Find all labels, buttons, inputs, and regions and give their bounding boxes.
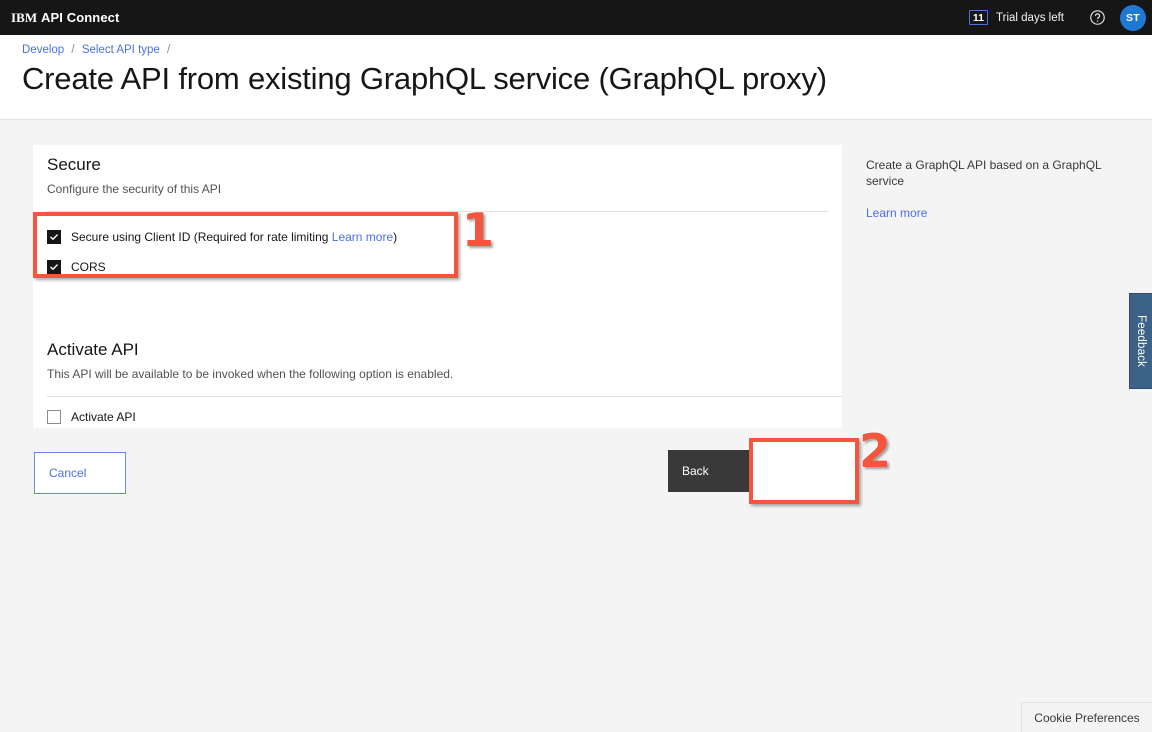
secure-section: Secure Configure the security of this AP… xyxy=(33,145,842,212)
breadcrumb: Develop / Select API type / xyxy=(22,44,174,56)
cancel-button[interactable]: Cancel xyxy=(34,452,126,494)
page-title: Create API from existing GraphQL service… xyxy=(22,61,827,97)
activate-section-divider xyxy=(47,396,842,397)
trial-days-badge: 11 xyxy=(969,10,988,25)
activate-api-section: Activate API This API will be available … xyxy=(47,330,842,427)
next-button[interactable]: Next xyxy=(762,450,843,492)
breadcrumb-item-develop[interactable]: Develop xyxy=(22,44,64,56)
app-brand[interactable]: IBM API Connect xyxy=(11,10,119,26)
checkbox-row-cors[interactable]: CORS xyxy=(47,257,842,277)
cookie-preferences-button[interactable]: Cookie Preferences xyxy=(1021,702,1152,732)
secure-section-subtitle: Configure the security of this API xyxy=(47,182,828,196)
checkbox-row-secure-using-client-id[interactable]: Secure using Client ID (Required for rat… xyxy=(47,227,842,247)
checkbox-row-activate-api[interactable]: Activate API xyxy=(47,407,842,427)
help-circle-icon[interactable] xyxy=(1080,0,1114,35)
secure-client-id-text: Secure using Client ID xyxy=(71,230,190,244)
feedback-tab[interactable]: Feedback xyxy=(1129,293,1152,389)
secure-options-group: Secure using Client ID (Required for rat… xyxy=(47,217,842,277)
user-menu[interactable]: ST xyxy=(1114,0,1152,35)
activate-section-title: Activate API xyxy=(47,330,842,360)
side-info-learn-more-link[interactable]: Learn more xyxy=(866,206,927,220)
activate-section-subtitle: This API will be available to be invoked… xyxy=(47,367,842,381)
side-info-description: Create a GraphQL API based on a GraphQL … xyxy=(866,157,1131,189)
annotation-marker-2: 2 xyxy=(859,424,891,478)
product-name: API Connect xyxy=(41,10,119,25)
secure-client-id-hint-suffix: ) xyxy=(393,230,397,244)
ibm-logo-text: IBM xyxy=(11,10,37,25)
trial-days-label: Trial days left xyxy=(996,12,1064,24)
feedback-tab-label: Feedback xyxy=(1135,315,1147,367)
side-info-panel: Create a GraphQL API based on a GraphQL … xyxy=(866,157,1131,222)
global-header: IBM API Connect 11 Trial days left ST xyxy=(0,0,1152,35)
secure-section-title: Secure xyxy=(47,145,828,175)
back-button[interactable]: Back xyxy=(668,450,762,492)
checkbox-label-activate-api: Activate API xyxy=(71,410,136,424)
learn-more-link-client-id[interactable]: Learn more xyxy=(332,230,393,244)
checkbox-secure-using-client-id[interactable] xyxy=(47,230,61,244)
checkbox-label-secure-using-client-id: Secure using Client ID (Required for rat… xyxy=(71,230,397,244)
checkbox-label-cors: CORS xyxy=(71,260,106,274)
breadcrumb-item-select-api-type[interactable]: Select API type xyxy=(82,44,160,56)
page-header: Develop / Select API type / Create API f… xyxy=(0,35,1152,120)
checkbox-activate-api[interactable] xyxy=(47,410,61,424)
breadcrumb-separator-2: / xyxy=(167,44,170,56)
secure-section-divider xyxy=(47,211,828,212)
wizard-card: Secure Configure the security of this AP… xyxy=(33,145,842,428)
breadcrumb-separator-1: / xyxy=(71,44,74,56)
avatar: ST xyxy=(1120,5,1146,31)
secure-client-id-hint-prefix: (Required for rate limiting xyxy=(190,230,331,244)
header-actions: 11 Trial days left ST xyxy=(969,0,1152,35)
checkbox-cors[interactable] xyxy=(47,260,61,274)
